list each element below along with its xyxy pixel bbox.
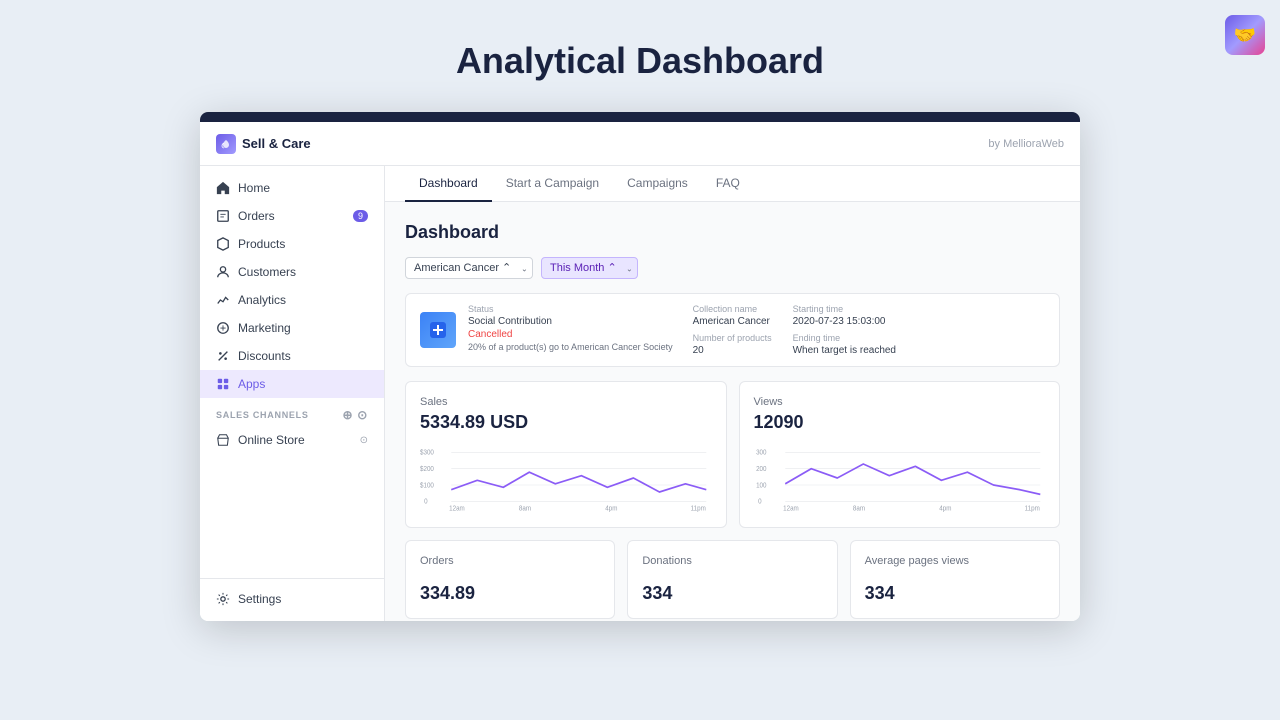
period-filter-wrapper: This Month ⌃ <box>541 257 638 279</box>
campaign-filter[interactable]: American Cancer ⌃ <box>405 257 533 279</box>
campaign-info: Status Social Contribution Cancelled 20%… <box>468 304 1045 356</box>
logo-icon <box>216 134 236 154</box>
store-icon <box>216 433 230 447</box>
orders-icon <box>216 209 230 223</box>
content-area: Dashboard American Cancer ⌃ This Month ⌃ <box>385 202 1080 621</box>
channel-settings-icon[interactable]: ⊙ <box>357 408 368 422</box>
views-card: Views 12090 300 200 <box>739 381 1061 528</box>
svg-text:12am: 12am <box>449 505 465 512</box>
home-icon <box>216 181 230 195</box>
add-channel-icon[interactable]: ⊕ <box>342 408 353 422</box>
sidebar-item-apps[interactable]: Apps <box>200 370 384 398</box>
tab-campaigns[interactable]: Campaigns <box>613 166 702 202</box>
svg-text:$100: $100 <box>420 482 434 489</box>
analytics-icon <box>216 293 230 307</box>
logo-text: Sell & Care <box>242 136 311 151</box>
svg-text:11pm: 11pm <box>691 505 707 512</box>
page-title: Analytical Dashboard <box>456 0 824 112</box>
top-right-logo: 🤝 <box>1225 15 1265 55</box>
sidebar-item-products[interactable]: Products <box>200 230 384 258</box>
app-header: Sell & Care by MellioraWeb <box>200 122 1080 166</box>
sidebar-footer: Settings <box>200 578 384 613</box>
discounts-icon <box>216 349 230 363</box>
period-filter[interactable]: This Month ⌃ <box>541 257 638 279</box>
campaign-collection-col: Collection name American Cancer Number o… <box>693 304 773 356</box>
customers-icon <box>216 265 230 279</box>
sidebar-item-orders[interactable]: Orders 9 <box>200 202 384 230</box>
sidebar-item-discounts[interactable]: Discounts <box>200 342 384 370</box>
by-melioraweb: by MellioraWeb <box>988 138 1064 150</box>
small-stats-grid: Orders 334.89 Donations 334 Average page… <box>405 540 1060 619</box>
orders-badge: 9 <box>353 210 368 222</box>
sidebar-item-customers[interactable]: Customers <box>200 258 384 286</box>
sidebar-item-settings[interactable]: Settings <box>200 585 384 613</box>
sidebar-item-home[interactable]: Home <box>200 174 384 202</box>
svg-text:8am: 8am <box>519 505 532 512</box>
svg-text:$200: $200 <box>420 466 434 473</box>
app-frame: Sell & Care by MellioraWeb Home Orders 9 <box>200 112 1080 621</box>
stats-grid: Sales 5334.89 USD <box>405 381 1060 528</box>
tab-faq[interactable]: FAQ <box>702 166 754 202</box>
tab-start-campaign[interactable]: Start a Campaign <box>492 166 613 202</box>
donations-card: Donations 334 <box>627 540 837 619</box>
svg-text:8am: 8am <box>852 505 865 512</box>
sidebar-item-marketing[interactable]: Marketing <box>200 314 384 342</box>
campaign-filter-wrapper: American Cancer ⌃ <box>405 257 533 279</box>
products-icon <box>216 237 230 251</box>
svg-text:300: 300 <box>756 449 767 456</box>
sidebar-item-analytics[interactable]: Analytics <box>200 286 384 314</box>
svg-text:100: 100 <box>756 482 767 489</box>
campaign-card: Status Social Contribution Cancelled 20%… <box>405 293 1060 367</box>
svg-text:200: 200 <box>756 466 767 473</box>
svg-text:$300: $300 <box>420 449 434 456</box>
campaign-time-col: Starting time 2020-07-23 15:03:00 Ending… <box>793 304 896 356</box>
settings-icon <box>216 592 230 606</box>
campaign-thumbnail <box>420 312 456 348</box>
svg-text:4pm: 4pm <box>939 505 952 512</box>
views-chart: 300 200 100 0 12am 8am 4pm 11pm <box>754 443 1046 513</box>
dashboard-title: Dashboard <box>405 222 1060 243</box>
app-body: Home Orders 9 Products <box>200 166 1080 621</box>
sales-channels-label: SALES CHANNELS ⊕ ⊙ <box>200 398 384 426</box>
orders-card: Orders 334.89 <box>405 540 615 619</box>
marketing-icon <box>216 321 230 335</box>
main-content: Dashboard Start a Campaign Campaigns FAQ… <box>385 166 1080 621</box>
svg-text:4pm: 4pm <box>605 505 618 512</box>
svg-text:0: 0 <box>424 498 428 505</box>
svg-text:11pm: 11pm <box>1024 505 1040 512</box>
sidebar-item-online-store[interactable]: Online Store ⊙ <box>200 426 384 454</box>
sidebar: Home Orders 9 Products <box>200 166 385 621</box>
logo-heart-icon: 🤝 <box>1234 25 1256 46</box>
nav-tabs: Dashboard Start a Campaign Campaigns FAQ <box>385 166 1080 202</box>
store-expand-icon[interactable]: ⊙ <box>360 435 368 446</box>
filter-row: American Cancer ⌃ This Month ⌃ <box>405 257 1060 279</box>
app-topbar <box>200 112 1080 122</box>
sales-chart: $300 $200 $100 0 12am 8am 4pm 11pm <box>420 443 712 513</box>
app-logo: Sell & Care <box>216 134 311 154</box>
apps-icon <box>216 377 230 391</box>
svg-text:0: 0 <box>758 498 762 505</box>
campaign-status-col: Status Social Contribution Cancelled 20%… <box>468 304 673 356</box>
tab-dashboard[interactable]: Dashboard <box>405 166 492 202</box>
avg-pages-card: Average pages views 334 <box>850 540 1060 619</box>
svg-text:12am: 12am <box>783 505 799 512</box>
sales-card: Sales 5334.89 USD <box>405 381 727 528</box>
